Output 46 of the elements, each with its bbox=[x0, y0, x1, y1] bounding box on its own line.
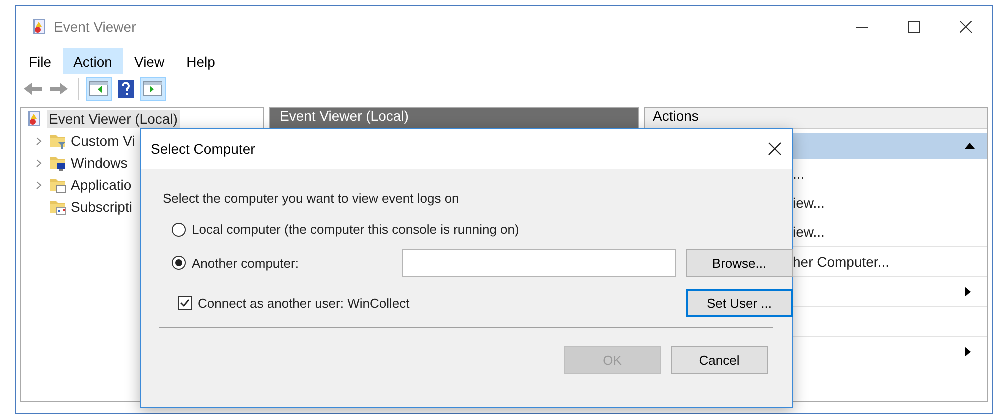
tree-item[interactable]: Custom Vi bbox=[71, 133, 136, 149]
event-log-icon bbox=[30, 18, 48, 36]
chevron-right-icon[interactable] bbox=[36, 136, 42, 146]
event-log-icon bbox=[25, 110, 43, 128]
collapse-triangle-icon[interactable] bbox=[965, 143, 975, 149]
pane-toggle-icon[interactable] bbox=[87, 78, 111, 100]
menu-item[interactable]: Help bbox=[176, 48, 226, 74]
submenu-arrow-icon[interactable] bbox=[965, 286, 971, 296]
task-entry[interactable]: ... bbox=[793, 166, 805, 182]
task-entry[interactable]: her Computer... bbox=[793, 254, 890, 270]
task-entry[interactable]: iew... bbox=[793, 194, 825, 210]
help-icon[interactable] bbox=[115, 78, 137, 100]
tree-item[interactable]: Subscripti bbox=[71, 199, 132, 215]
prompt-text: Select the computer you want to view event logs on bbox=[163, 191, 460, 206]
chevron-right-icon[interactable] bbox=[36, 158, 42, 168]
radio-label: Another computer: bbox=[192, 256, 299, 270]
folder-window-icon bbox=[49, 176, 67, 194]
dialog-button[interactable]: Browse... bbox=[686, 249, 793, 277]
submenu-arrow-icon[interactable] bbox=[965, 346, 971, 356]
tree-item[interactable]: Event Viewer (Local) bbox=[47, 110, 180, 128]
close-icon[interactable] bbox=[960, 21, 972, 33]
pane-header: Actions bbox=[645, 108, 987, 129]
pane-toggle-icon[interactable] bbox=[141, 78, 165, 100]
computer-name-field[interactable] bbox=[402, 249, 676, 277]
dialog-button[interactable]: Cancel bbox=[671, 346, 768, 374]
maximize-icon[interactable] bbox=[908, 21, 920, 33]
menu-item[interactable]: Action bbox=[62, 48, 124, 74]
pane-header: Event Viewer (Local) bbox=[270, 108, 638, 128]
checkbox[interactable] bbox=[178, 296, 192, 310]
tree-item[interactable]: Applicatio bbox=[71, 177, 132, 193]
close-icon[interactable] bbox=[768, 142, 782, 156]
menu-item[interactable]: File bbox=[18, 48, 63, 74]
folder-monitor-icon bbox=[49, 154, 67, 172]
checkbox-label: Connect as another user: WinCollect bbox=[198, 296, 410, 310]
dialog-title: Select Computer bbox=[151, 141, 256, 157]
chevron-right-icon[interactable] bbox=[36, 180, 42, 190]
radio-button[interactable] bbox=[172, 256, 186, 270]
tree-item[interactable]: Windows bbox=[71, 155, 128, 171]
folder-filter-icon bbox=[49, 132, 67, 150]
dialog-button[interactable]: Set User ... bbox=[686, 289, 793, 317]
folder-calendar-icon bbox=[49, 198, 67, 216]
window-title: Event Viewer bbox=[54, 19, 138, 35]
radio-button[interactable] bbox=[172, 222, 186, 236]
task-entry[interactable]: iew... bbox=[793, 224, 825, 240]
radio-label: Local computer (the computer this console is running on) bbox=[192, 222, 520, 237]
menu-item[interactable]: View bbox=[123, 48, 176, 74]
